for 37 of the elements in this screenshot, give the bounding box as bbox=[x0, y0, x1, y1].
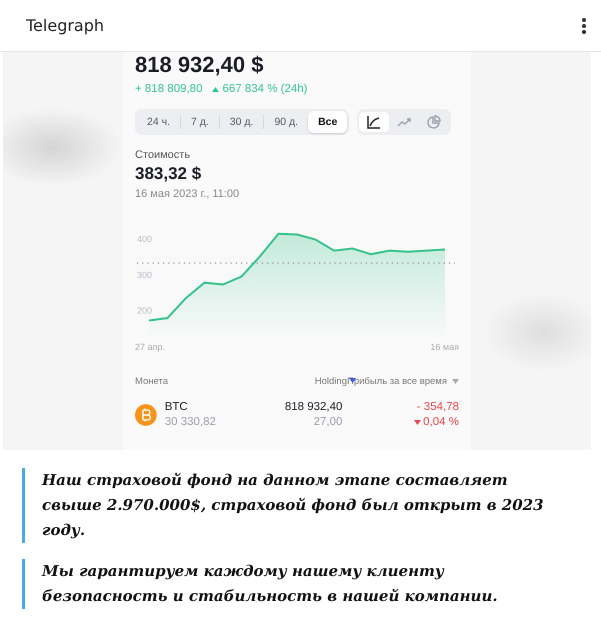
change-amount: + 818 809,80 bbox=[135, 83, 202, 95]
trend-icon bbox=[396, 117, 412, 127]
coin-price: 30 330,82 bbox=[164, 416, 216, 428]
dropdown-triangle-icon bbox=[452, 379, 459, 384]
period-tab[interactable]: 30 д. bbox=[220, 111, 264, 133]
value-label: Стоимость bbox=[135, 149, 192, 161]
axis-tick-label: 400 bbox=[137, 234, 152, 244]
down-triangle-icon bbox=[414, 420, 422, 424]
line-chart-icon bbox=[367, 115, 382, 129]
chart-mode-button[interactable] bbox=[359, 112, 390, 132]
page-title: Telegraph bbox=[26, 16, 104, 35]
period-tab[interactable]: 24 ч. bbox=[137, 111, 180, 133]
bitcoin-icon bbox=[135, 404, 157, 426]
column-header: Монета bbox=[135, 376, 170, 387]
blockquote: Наш страховой фонд на данном этапе составляет свыше 2.970.000$, страховой фонд был открыт в 2023 году. bbox=[22, 468, 581, 543]
profit-amount: - 354,78 bbox=[416, 401, 459, 413]
pie-chart-icon bbox=[427, 115, 442, 129]
value-date: 16 мая 2023 г., 11:00 bbox=[135, 188, 240, 200]
period-tab[interactable]: 7 д. bbox=[180, 111, 219, 133]
coin-symbol: BTC bbox=[164, 401, 189, 413]
axis-tick-label: 200 bbox=[137, 305, 152, 316]
axis-tick-label: 300 bbox=[137, 270, 152, 280]
change-percent: 667 834 % (24h) bbox=[222, 83, 308, 95]
portfolio-total: 818 932,40 $ bbox=[135, 52, 264, 78]
blockquote: Мы гарантируем каждому нашему клиенту безопасность и стабильность в нашей компании. bbox=[22, 559, 581, 609]
holding-amount: 27,00 bbox=[314, 416, 342, 428]
value-amount: 383,32 $ bbox=[135, 164, 202, 184]
up-triangle-icon bbox=[212, 86, 220, 92]
profit-percent: 0,04 % bbox=[423, 416, 459, 428]
period-tab[interactable]: Все bbox=[308, 111, 348, 133]
axis-tick-label: 27 апр. bbox=[135, 342, 165, 352]
axis-tick-label: 16 мая bbox=[430, 342, 459, 352]
period-tab[interactable]: 90 д. bbox=[264, 111, 308, 133]
sort-triangle-icon bbox=[348, 378, 356, 383]
holding-value: 818 932,40 bbox=[284, 401, 342, 413]
more-menu-icon[interactable] bbox=[581, 16, 587, 34]
column-header[interactable]: Holding bbox=[314, 376, 347, 387]
